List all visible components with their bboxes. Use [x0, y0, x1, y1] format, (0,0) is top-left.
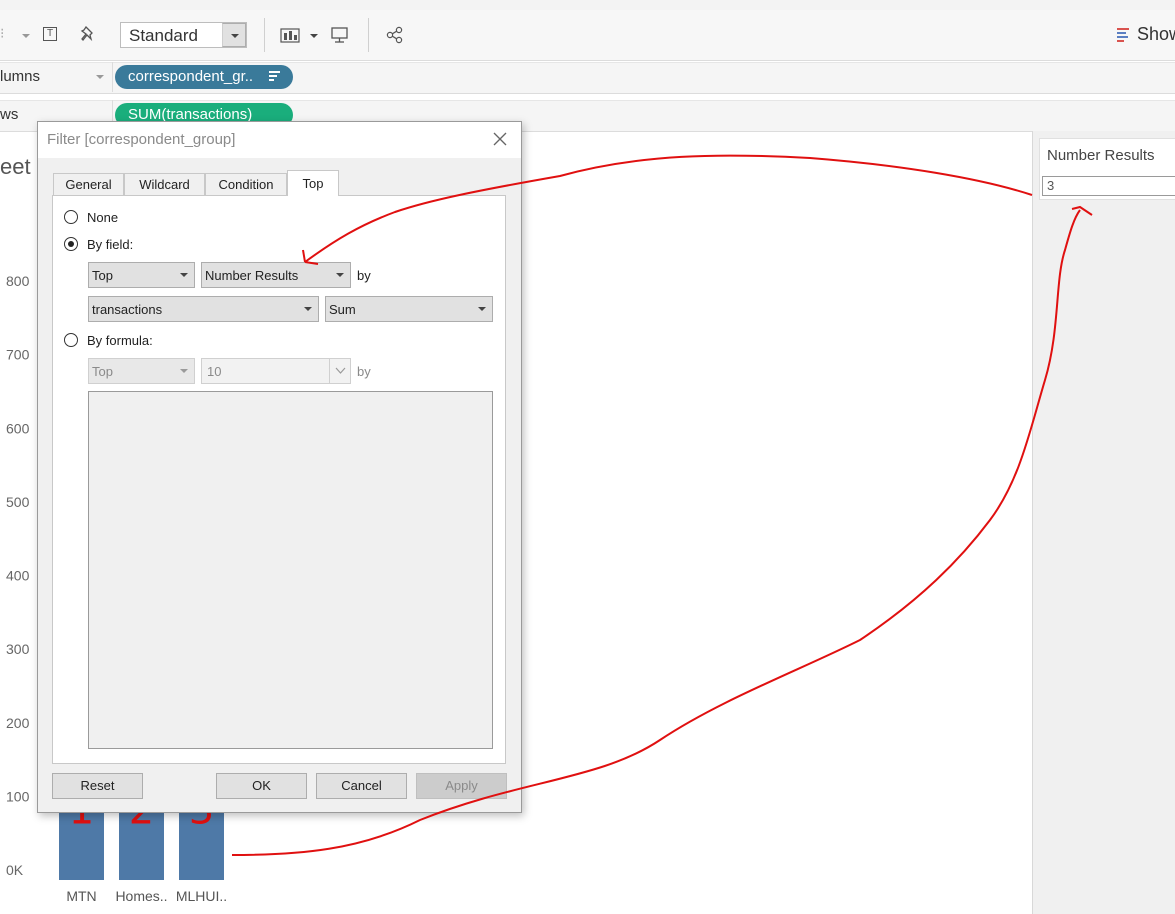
- chevron-down-icon: [478, 307, 486, 311]
- field-top-value: Top: [92, 268, 113, 283]
- chevron-down-icon: [336, 273, 344, 277]
- x-category-label: Homes..: [115, 888, 167, 904]
- field-count-select[interactable]: Number Results: [201, 262, 351, 288]
- parameter-title: Number Results: [1047, 147, 1155, 164]
- highlight-icon[interactable]: ⁝: [0, 25, 4, 42]
- aggregation-select[interactable]: Sum: [325, 296, 493, 322]
- dialog-title: Filter [correspondent_group]: [47, 131, 236, 148]
- x-category-label: MTN: [66, 888, 96, 904]
- close-icon[interactable]: [493, 132, 507, 146]
- chevron-down-icon: [96, 75, 104, 79]
- reset-button[interactable]: Reset: [52, 773, 143, 799]
- columns-label-text: lumns: [0, 68, 41, 85]
- cancel-button[interactable]: Cancel: [316, 773, 407, 799]
- view-dropdown-caret[interactable]: [310, 34, 318, 38]
- fit-select[interactable]: Standard: [120, 22, 247, 48]
- y-tick-label: 300: [6, 641, 30, 657]
- tab-top[interactable]: Top: [287, 170, 339, 196]
- show-me-icon[interactable]: [1117, 27, 1131, 43]
- field-count-value: Number Results: [205, 268, 299, 283]
- fit-select-dropdown-button[interactable]: [222, 23, 246, 47]
- y-tick-label: 400: [6, 568, 30, 584]
- pin-icon[interactable]: [80, 26, 96, 44]
- y-tick-label: 200: [6, 715, 30, 731]
- side-panel: [1032, 131, 1175, 914]
- y-tick-label: 500: [6, 494, 30, 510]
- apply-button[interactable]: Apply: [416, 773, 507, 799]
- sheet-title: eet: [0, 154, 31, 179]
- presentation-icon[interactable]: [330, 26, 350, 44]
- radio-none[interactable]: [64, 210, 78, 224]
- toolbar-separator: [368, 18, 369, 52]
- tab-general[interactable]: General: [53, 173, 124, 195]
- rows-label-text: ws: [0, 106, 19, 123]
- fit-select-value: Standard: [129, 26, 198, 45]
- formula-by-label: by: [357, 364, 371, 379]
- toolbar-separator: [264, 18, 265, 52]
- columns-shelf-label: lumns: [0, 62, 113, 92]
- formula-count-input[interactable]: 10: [201, 358, 351, 384]
- radio-selected-dot: [68, 241, 74, 247]
- aggregation-value: Sum: [329, 302, 356, 317]
- radio-by-formula-label: By formula:: [87, 333, 153, 348]
- tab-condition[interactable]: Condition: [205, 173, 287, 195]
- formula-top-bottom-select[interactable]: Top: [88, 358, 195, 384]
- field-top-bottom-select[interactable]: Top: [88, 262, 195, 288]
- window-top-strip: [0, 0, 1175, 10]
- formula-count-value: 10: [207, 364, 222, 379]
- ok-button[interactable]: OK: [216, 773, 307, 799]
- field-name-value: transactions: [92, 302, 163, 317]
- chevron-down-icon: [180, 273, 188, 277]
- y-tick-label: 600: [6, 420, 30, 436]
- sort-descending-icon: [269, 71, 280, 81]
- radio-by-field[interactable]: [64, 237, 78, 251]
- show-labels-icon[interactable]: T: [43, 27, 57, 41]
- by-label: by: [357, 268, 371, 283]
- chevron-down-icon: [304, 307, 312, 311]
- tab-wildcard[interactable]: Wildcard: [124, 173, 205, 195]
- chevron-down-icon: [335, 367, 346, 374]
- y-tick-label: 800: [6, 273, 30, 289]
- formula-top-value: Top: [92, 364, 113, 379]
- share-icon[interactable]: [386, 26, 404, 44]
- radio-by-formula[interactable]: [64, 333, 78, 347]
- y-tick-label: 100: [6, 788, 30, 804]
- show-me-button[interactable]: Show: [1137, 24, 1175, 45]
- columns-pill-label: correspondent_gr..: [128, 68, 254, 85]
- combo-divider: [329, 359, 330, 383]
- chevron-down-icon: [231, 34, 239, 38]
- radio-by-field-label: By field:: [87, 237, 134, 252]
- chevron-down-icon: [180, 369, 188, 373]
- y-tick-label: 700: [6, 347, 30, 363]
- y-tick-label: 0K: [6, 862, 24, 878]
- radio-none-label: None: [87, 210, 119, 225]
- highlight-dropdown-caret[interactable]: [22, 34, 30, 38]
- x-category-label: MLHUI..: [176, 888, 227, 904]
- parameter-value-input[interactable]: 3: [1042, 176, 1175, 196]
- formula-editor[interactable]: [88, 391, 493, 749]
- columns-pill-correspondent-group[interactable]: correspondent_gr..: [115, 65, 293, 89]
- swap-view-icon[interactable]: [280, 26, 302, 44]
- field-name-select[interactable]: transactions: [88, 296, 319, 322]
